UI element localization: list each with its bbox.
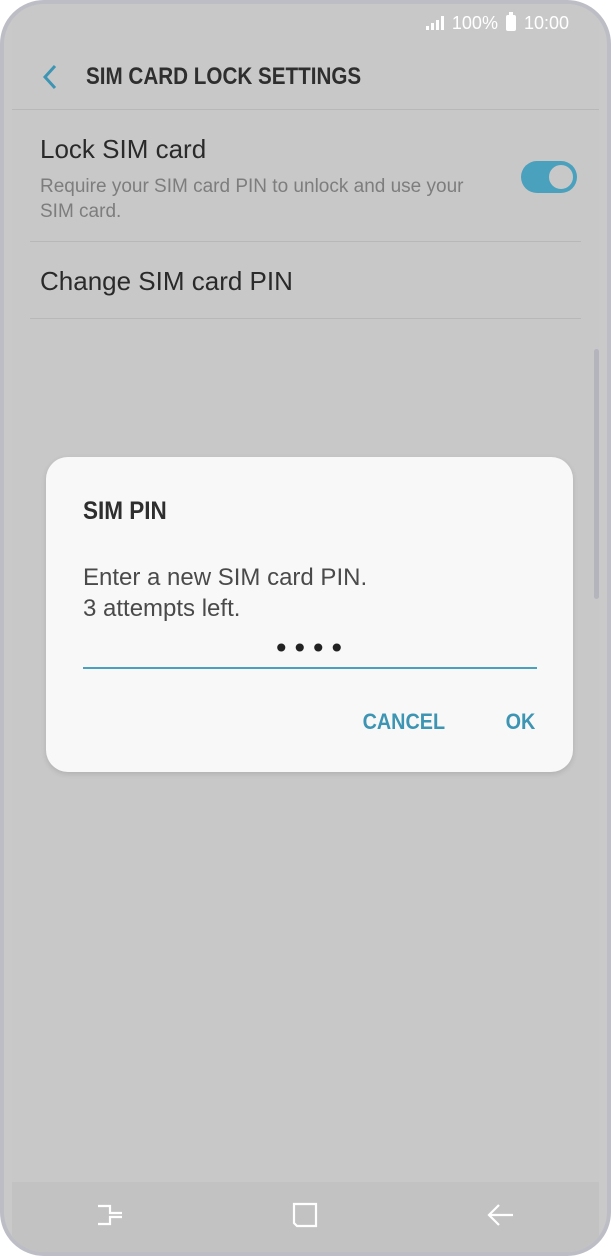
setting-title: Change SIM card PIN: [40, 266, 293, 296]
navigation-bar: [12, 1182, 599, 1252]
edge-panel-handle[interactable]: [594, 349, 599, 599]
dialog-message: Enter a new SIM card PIN. 3 attempts lef…: [83, 562, 367, 624]
home-icon[interactable]: [275, 1190, 335, 1240]
dialog-actions: CANCEL OK: [358, 709, 537, 735]
pin-input[interactable]: [83, 629, 537, 669]
ok-button[interactable]: OK: [506, 709, 536, 735]
page-title: SIM CARD LOCK SETTINGS: [86, 62, 362, 90]
back-arrow-icon[interactable]: [471, 1190, 531, 1240]
setting-lock-sim-card[interactable]: Lock SIM card Require your SIM card PIN …: [30, 110, 581, 242]
status-bar: 100% 10:00: [12, 4, 599, 42]
dialog-message-line1: Enter a new SIM card PIN.: [83, 564, 368, 591]
device-frame: 100% 10:00 SIM CARD LOCK SETTINGS Lock S…: [0, 0, 611, 1256]
battery-percent: 100%: [451, 12, 498, 33]
setting-title: Lock SIM card: [40, 134, 207, 164]
lock-sim-toggle[interactable]: [521, 161, 577, 193]
cancel-button[interactable]: CANCEL: [363, 709, 446, 735]
sim-pin-dialog: SIM PIN Enter a new SIM card PIN. 3 atte…: [46, 457, 573, 772]
screen: 100% 10:00 SIM CARD LOCK SETTINGS Lock S…: [12, 4, 599, 1252]
battery-icon: [505, 12, 516, 31]
app-bar: SIM CARD LOCK SETTINGS: [12, 44, 599, 110]
chevron-left-icon[interactable]: [30, 57, 70, 97]
setting-change-sim-pin[interactable]: Change SIM card PIN: [30, 242, 581, 319]
recent-apps-icon[interactable]: [80, 1190, 140, 1240]
dialog-message-line2: 3 attempts left.: [83, 595, 241, 622]
dialog-title: SIM PIN: [83, 497, 167, 525]
signal-icon: [425, 16, 444, 30]
clock: 10:00: [523, 12, 569, 33]
setting-description: Require your SIM card PIN to unlock and …: [40, 176, 464, 222]
toggle-knob: [547, 163, 575, 191]
